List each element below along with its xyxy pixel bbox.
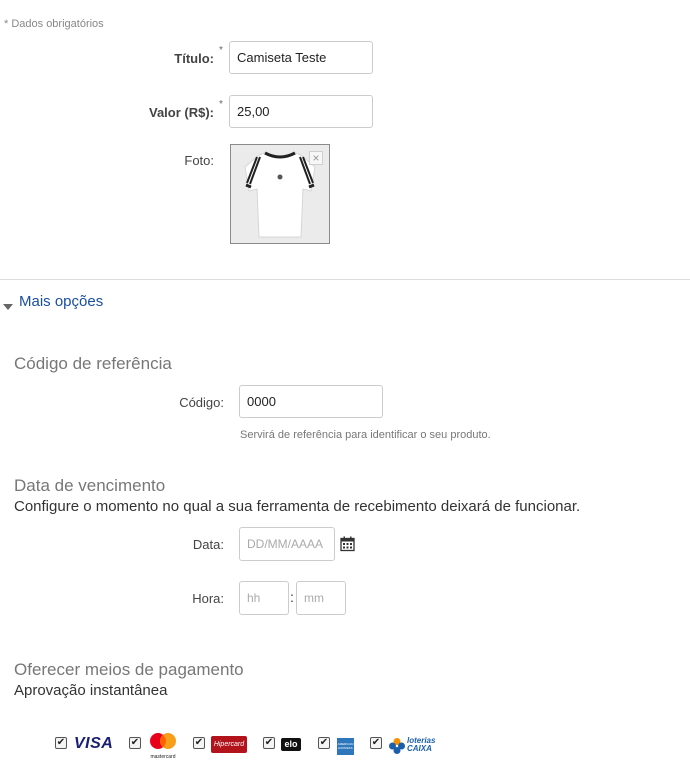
photo-thumbnail[interactable]: × <box>230 144 330 244</box>
title-required-mark: * <box>219 45 223 56</box>
elo-checkbox[interactable]: ✔ <box>263 737 275 749</box>
amex-logo: AMERICAN EXPRESS <box>337 738 354 755</box>
value-required-mark: * <box>219 99 223 110</box>
required-note: * Dados obrigatórios <box>4 18 104 30</box>
loterias-clover-icon <box>389 738 405 754</box>
title-input[interactable]: Camiseta Teste <box>229 41 373 74</box>
reference-code-input[interactable]: 0000 <box>239 385 383 418</box>
hipercard-checkbox[interactable]: ✔ <box>193 737 205 749</box>
minute-input[interactable]: mm <box>296 581 346 615</box>
value-label: Valor (R$): <box>148 105 214 120</box>
hour-input[interactable]: hh <box>239 581 289 615</box>
loterias-caixa-checkbox[interactable]: ✔ <box>370 737 382 749</box>
remove-photo-icon[interactable]: × <box>309 151 323 165</box>
hipercard-logo: Hipercard <box>211 736 247 753</box>
expiration-section-title: Data de vencimento <box>14 476 166 495</box>
amex-checkbox[interactable]: ✔ <box>318 737 330 749</box>
calendar-icon[interactable] <box>340 536 356 557</box>
reference-help-text: Servirá de referência para identificar o… <box>240 429 491 441</box>
caret-down-icon <box>3 304 13 310</box>
date-label: Data: <box>192 537 224 552</box>
reference-section-title: Código de referência <box>14 354 172 373</box>
time-separator: : <box>290 589 294 605</box>
more-options-link[interactable]: Mais opções <box>19 293 103 310</box>
date-input[interactable]: DD/MM/AAAA <box>239 527 335 561</box>
time-label: Hora: <box>192 591 224 606</box>
elo-logo: elo <box>281 738 301 751</box>
mastercard-circles-icon <box>150 733 176 749</box>
section-divider <box>0 279 690 280</box>
mastercard-logo: mastercard <box>146 732 180 760</box>
mastercard-checkbox[interactable]: ✔ <box>129 737 141 749</box>
photo-label: Foto: <box>184 153 214 168</box>
title-label: Título: <box>174 51 214 66</box>
visa-checkbox[interactable]: ✔ <box>55 737 67 749</box>
loterias-caixa-logo: loterias CAIXA <box>388 737 442 755</box>
visa-logo: VISA <box>74 735 114 752</box>
value-input[interactable]: 25,00 <box>229 95 373 128</box>
reference-code-label: Código: <box>179 395 224 410</box>
payment-section-title: Oferecer meios de pagamento <box>14 660 244 679</box>
expiration-section-subtitle: Configure o momento no qual a sua ferram… <box>14 498 581 515</box>
payment-section-subtitle: Aprovação instantânea <box>14 682 168 699</box>
